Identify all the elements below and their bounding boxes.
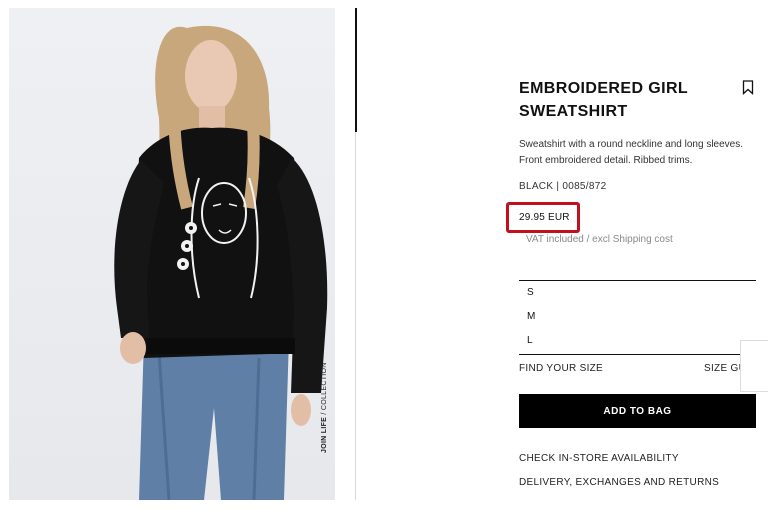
delivery-returns-link[interactable]: DELIVERY, EXCHANGES AND RETURNS [519, 477, 719, 488]
size-option-l[interactable]: L [527, 332, 567, 350]
product-info-panel: EMBROIDERED GIRL SWEATSHIRT Sweatshirt w… [519, 0, 768, 511]
product-page: JOIN LIFE / COLLECTION EMBROIDERED GIRL … [0, 0, 768, 511]
product-description: Sweatshirt with a round neckline and lon… [519, 139, 744, 166]
size-help-row: FIND YOUR SIZE SIZE GU [519, 363, 768, 377]
size-option-m[interactable]: M [527, 308, 567, 326]
bookmark-icon[interactable] [742, 80, 754, 95]
product-photo[interactable]: JOIN LIFE / COLLECTION [9, 8, 335, 500]
size-selector: S M L [519, 280, 756, 355]
size-guide-link[interactable]: SIZE GU [704, 363, 740, 374]
gallery-scroll-thumb[interactable] [355, 8, 357, 132]
add-to-bag-button[interactable]: ADD TO BAG [519, 394, 756, 428]
collection-tag-rest: / COLLECTION [321, 362, 328, 417]
product-color-reference: BLACK | 0085/872 [519, 181, 607, 192]
collection-tag-bold: JOIN LIFE [321, 416, 328, 453]
side-panel-tab[interactable] [740, 340, 768, 392]
model-illustration [114, 25, 328, 500]
photo-collection-tag: JOIN LIFE / COLLECTION [321, 362, 328, 453]
price-highlight-box [506, 202, 580, 233]
find-your-size-link[interactable]: FIND YOUR SIZE [519, 363, 603, 374]
size-option-s[interactable]: S [527, 284, 567, 302]
vat-note: VAT included / excl Shipping cost [526, 234, 673, 245]
check-in-store-link[interactable]: CHECK IN-STORE AVAILABILITY [519, 453, 679, 464]
product-title: EMBROIDERED GIRL SWEATSHIRT [519, 80, 688, 120]
